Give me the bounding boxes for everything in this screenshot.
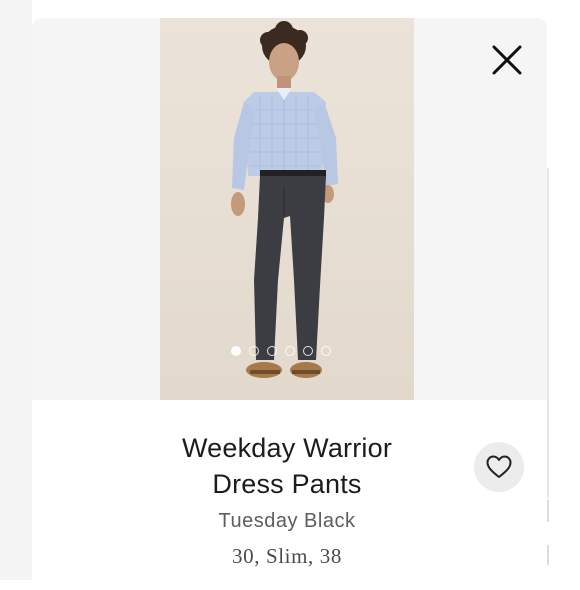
product-color: Tuesday Black xyxy=(218,510,356,532)
gallery-dot[interactable] xyxy=(231,346,241,356)
gallery-dot[interactable] xyxy=(249,346,259,356)
background-right-panel xyxy=(547,0,580,580)
product-gallery[interactable] xyxy=(32,18,547,400)
gallery-dot[interactable] xyxy=(267,346,277,356)
favorite-button[interactable] xyxy=(474,442,524,492)
gallery-dot[interactable] xyxy=(321,346,331,356)
model-illustration xyxy=(231,21,338,378)
close-icon xyxy=(492,45,522,75)
product-info: Weekday Warrior Dress Pants Tuesday Blac… xyxy=(32,400,547,590)
gallery-dot[interactable] xyxy=(285,346,295,356)
product-photo[interactable] xyxy=(160,18,414,400)
gallery-pagination xyxy=(231,345,331,357)
product-title-line2: Dress Pants xyxy=(212,469,362,499)
product-title: Weekday Warrior Dress Pants xyxy=(122,430,452,502)
product-sizes: 30, Slim, 38 xyxy=(232,544,342,568)
heart-outline-icon xyxy=(486,455,512,478)
product-card: Weekday Warrior Dress Pants Tuesday Blac… xyxy=(32,18,547,590)
background-left-panel xyxy=(0,0,32,580)
scroll-track xyxy=(547,168,549,498)
close-button[interactable] xyxy=(487,40,527,80)
divider xyxy=(547,545,549,565)
divider xyxy=(547,500,549,522)
product-title-line1: Weekday Warrior xyxy=(181,433,393,463)
gallery-dot[interactable] xyxy=(303,346,313,356)
